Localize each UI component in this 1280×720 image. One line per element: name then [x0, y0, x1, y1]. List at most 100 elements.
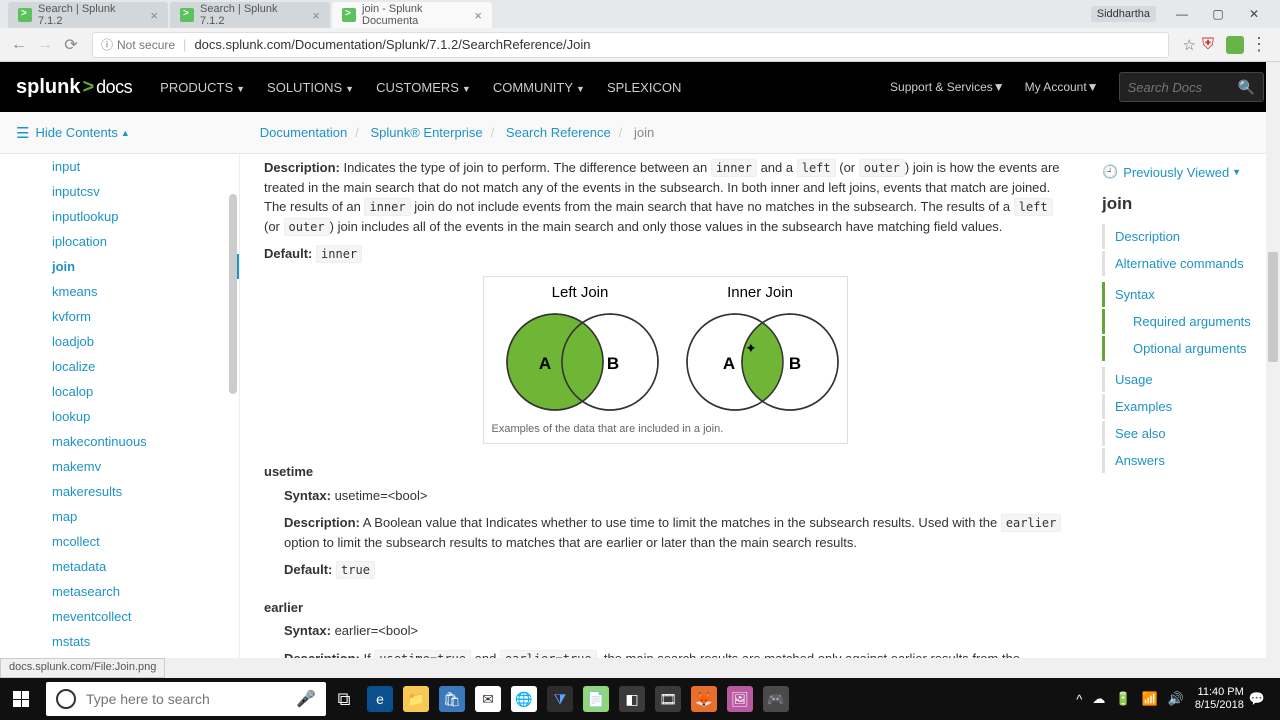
- not-secure-indicator[interactable]: Not secure: [101, 36, 175, 53]
- toc-see-also[interactable]: See also: [1102, 421, 1268, 446]
- left-sidebar[interactable]: inputinputcsvinputlookupiplocationjoinkm…: [0, 154, 240, 658]
- sidebar-item-localize[interactable]: localize: [0, 354, 239, 379]
- sidebar-item-metadata[interactable]: metadata: [0, 554, 239, 579]
- onedrive-icon[interactable]: ☁: [1092, 691, 1105, 707]
- venn-diagram-figure[interactable]: Left Join A B Inner Join A B E: [483, 276, 848, 445]
- volume-icon[interactable]: 🔊: [1168, 691, 1184, 707]
- system-tray[interactable]: ^ ☁ 🔋 📶 🔊 11:40 PM 8/15/2018 💬: [1071, 686, 1280, 712]
- sidebar-item-metasearch[interactable]: metasearch: [0, 579, 239, 604]
- article-content[interactable]: Description: Indicates the type of join …: [240, 154, 1090, 658]
- edge-icon[interactable]: e: [362, 678, 398, 720]
- docs-search-input[interactable]: [1120, 80, 1230, 95]
- sidebar-item-join[interactable]: join: [0, 254, 239, 279]
- maximize-button[interactable]: ▢: [1200, 2, 1236, 26]
- sidebar-item-mstats[interactable]: mstats: [0, 629, 239, 654]
- sidebar-item-makecontinuous[interactable]: makecontinuous: [0, 429, 239, 454]
- toc-examples[interactable]: Examples: [1102, 394, 1268, 419]
- extension-icon[interactable]: [1226, 36, 1244, 54]
- hide-contents-toggle[interactable]: ☰ Hide Contents ▲: [16, 124, 130, 142]
- splunk-logo[interactable]: splunk>docs: [16, 76, 132, 99]
- battery-icon[interactable]: 🔋: [1115, 691, 1131, 707]
- previously-viewed-link[interactable]: 🕘Previously Viewed▼: [1102, 164, 1268, 180]
- store-icon[interactable]: 🛍: [434, 678, 470, 720]
- task-view-icon[interactable]: ⧉: [326, 678, 362, 720]
- nav-community[interactable]: COMMUNITY▼: [493, 80, 585, 95]
- caret-down-icon: ▼: [1087, 80, 1099, 94]
- windows-search[interactable]: 🎤: [46, 682, 326, 716]
- chrome-icon[interactable]: 🌐: [506, 678, 542, 720]
- crumb-section[interactable]: Search Reference: [506, 125, 611, 140]
- notepad-icon[interactable]: 📄: [578, 678, 614, 720]
- windows-search-input[interactable]: [86, 691, 296, 707]
- reload-button[interactable]: ⟳: [58, 32, 84, 58]
- tray-chevron-icon[interactable]: ^: [1076, 692, 1082, 707]
- toc-required-args[interactable]: Required arguments: [1102, 309, 1268, 334]
- sidebar-item-mcollect[interactable]: mcollect: [0, 529, 239, 554]
- sidebar-item-inputlookup[interactable]: inputlookup: [0, 204, 239, 229]
- profile-chip[interactable]: Siddhartha: [1091, 6, 1156, 22]
- url-field[interactable]: Not secure | docs.splunk.com/Documentati…: [92, 32, 1169, 58]
- app-icon[interactable]: 🖼: [722, 678, 758, 720]
- support-link[interactable]: Support & Services▼: [890, 80, 1005, 94]
- scrollbar-thumb[interactable]: [1268, 252, 1278, 362]
- app-icon[interactable]: ◧: [614, 678, 650, 720]
- toc-optional-args[interactable]: Optional arguments: [1102, 336, 1268, 361]
- sidebar-item-localop[interactable]: localop: [0, 379, 239, 404]
- toc-usage[interactable]: Usage: [1102, 367, 1268, 392]
- extension-icon[interactable]: ⛨: [1202, 36, 1220, 54]
- browser-tab-0[interactable]: Search | Splunk 7.1.2×: [8, 2, 168, 28]
- sidebar-item-kvform[interactable]: kvform: [0, 304, 239, 329]
- app-icon[interactable]: 🎮: [758, 678, 794, 720]
- sidebar-item-makemv[interactable]: makemv: [0, 454, 239, 479]
- app-icon[interactable]: 🎞: [650, 678, 686, 720]
- browser-tab-2[interactable]: join - Splunk Documenta×: [332, 2, 492, 28]
- toc-alt-commands[interactable]: Alternative commands: [1102, 251, 1268, 276]
- toc-syntax[interactable]: Syntax: [1102, 282, 1268, 307]
- crumb-product[interactable]: Splunk® Enterprise: [370, 125, 482, 140]
- microphone-icon[interactable]: 🎤: [296, 689, 316, 709]
- back-button[interactable]: ←: [6, 32, 32, 58]
- start-button[interactable]: [0, 678, 42, 720]
- sidebar-item-lookup[interactable]: lookup: [0, 404, 239, 429]
- clock-widget[interactable]: 11:40 PM 8/15/2018: [1195, 686, 1244, 712]
- file-explorer-icon[interactable]: 📁: [398, 678, 434, 720]
- sidebar-item-makeresults[interactable]: makeresults: [0, 479, 239, 504]
- nav-customers[interactable]: CUSTOMERS▼: [376, 80, 471, 95]
- toc-description[interactable]: Description: [1102, 224, 1268, 249]
- notifications-icon[interactable]: 💬: [1249, 691, 1265, 707]
- close-icon[interactable]: ×: [474, 8, 482, 23]
- wifi-icon[interactable]: 📶: [1142, 691, 1158, 707]
- bookmark-star-icon[interactable]: ☆: [1183, 36, 1196, 54]
- sidebar-item-meventcollect[interactable]: meventcollect: [0, 604, 239, 629]
- toc-answers[interactable]: Answers: [1102, 448, 1268, 473]
- chrome-menu-icon[interactable]: ⋮: [1244, 34, 1274, 55]
- page-scrollbar[interactable]: [1266, 62, 1280, 658]
- search-icon[interactable]: 🔍: [1230, 79, 1263, 96]
- browser-tab-1[interactable]: Search | Splunk 7.1.2×: [170, 2, 330, 28]
- sidebar-item-kmeans[interactable]: kmeans: [0, 279, 239, 304]
- close-icon[interactable]: ×: [312, 8, 320, 23]
- nav-solutions[interactable]: SOLUTIONS▼: [267, 80, 354, 95]
- caret-down-icon: ▼: [345, 84, 354, 94]
- logo-caret-icon: >: [82, 76, 94, 99]
- windows-taskbar: 🎤 ⧉ e 📁 🛍 ✉ 🌐 ⧩ 📄 ◧ 🎞 🦊 🖼 🎮 ^ ☁ 🔋 📶 🔊 11…: [0, 678, 1280, 720]
- firefox-icon[interactable]: 🦊: [686, 678, 722, 720]
- scrollbar-thumb[interactable]: [229, 194, 237, 394]
- vscode-icon[interactable]: ⧩: [542, 678, 578, 720]
- close-icon[interactable]: ×: [150, 8, 158, 23]
- crumb-documentation[interactable]: Documentation: [260, 125, 347, 140]
- sidebar-item-inputcsv[interactable]: inputcsv: [0, 179, 239, 204]
- sidebar-item-loadjob[interactable]: loadjob: [0, 329, 239, 354]
- account-link[interactable]: My Account▼: [1025, 80, 1099, 94]
- sidebar-item-map[interactable]: map: [0, 504, 239, 529]
- sidebar-item-input[interactable]: input: [0, 154, 239, 179]
- close-window-button[interactable]: ✕: [1236, 2, 1272, 26]
- nav-products[interactable]: PRODUCTS▼: [160, 80, 245, 95]
- docs-search[interactable]: 🔍: [1119, 72, 1264, 102]
- nav-splexicon[interactable]: SPLEXICON: [607, 80, 681, 95]
- sidebar-item-iplocation[interactable]: iplocation: [0, 229, 239, 254]
- mail-icon[interactable]: ✉: [470, 678, 506, 720]
- minimize-button[interactable]: —: [1164, 2, 1200, 26]
- forward-button[interactable]: →: [32, 32, 58, 58]
- type-description-paragraph: Description: Indicates the type of join …: [264, 158, 1066, 236]
